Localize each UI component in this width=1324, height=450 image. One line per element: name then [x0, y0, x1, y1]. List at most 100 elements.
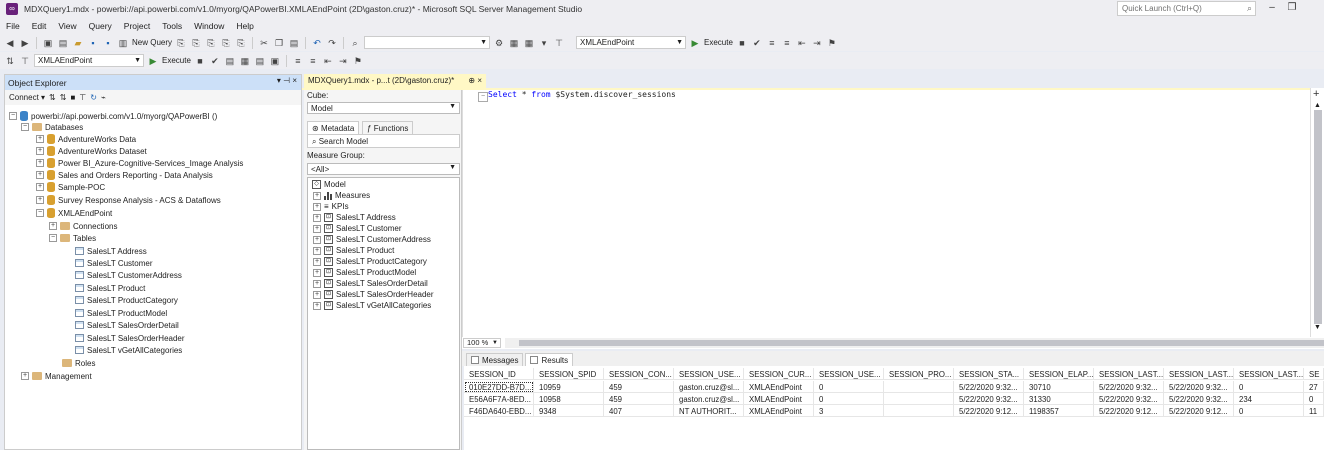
disconnect-icon[interactable]: ⇅ — [60, 93, 67, 102]
grid-cell[interactable] — [884, 393, 954, 405]
server-db-combo[interactable]: XMLAEndPoint ▼ — [576, 36, 687, 49]
close-icon[interactable]: ⊕ × — [468, 76, 482, 85]
database-node[interactable]: + Sample-POC — [36, 181, 105, 193]
scrollbar-thumb[interactable] — [519, 340, 1324, 346]
minimize-button[interactable]: – — [1262, 0, 1282, 16]
dimension-node[interactable]: + ⊡ SalesLT SalesOrderDetail — [313, 278, 428, 289]
comment-icon[interactable]: ≡ — [292, 55, 304, 67]
execute-button[interactable]: Execute — [704, 38, 733, 47]
column-header[interactable]: SESSION_USE... — [814, 368, 884, 380]
stop-icon[interactable]: ■ — [736, 37, 748, 49]
roles-node[interactable]: Roles — [62, 357, 95, 369]
expand-icon[interactable]: + — [313, 268, 321, 277]
grid-cell[interactable]: 5/22/2020 9:32... — [954, 393, 1024, 405]
execute-button[interactable]: Execute — [162, 56, 191, 65]
tab-metadata[interactable]: ⊛ Metadata — [307, 121, 360, 134]
object-browser-icon[interactable]: ▦ — [508, 37, 520, 49]
dax-query-icon[interactable]: ⎘ — [220, 37, 232, 49]
database-node[interactable]: + Survey Response Analysis - ACS & Datafl… — [36, 194, 221, 206]
forward-icon[interactable]: ▶ — [19, 37, 31, 49]
column-header[interactable]: SESSION_LAST... — [1234, 368, 1304, 380]
column-header[interactable]: SE — [1304, 368, 1324, 380]
table-node[interactable]: SalesLT Address — [75, 245, 147, 257]
increase-indent-icon[interactable]: ⇥ — [337, 55, 349, 67]
grid-cell[interactable]: 5/22/2020 9:32... — [954, 381, 1024, 393]
expand-icon[interactable]: + — [313, 235, 321, 244]
grid-cell[interactable]: gaston.cruz@sl... — [674, 393, 744, 405]
dimension-node[interactable]: + ⊡ SalesLT ProductModel — [313, 267, 416, 278]
expand-icon[interactable]: + — [313, 224, 321, 233]
execute-icon[interactable]: ▶ — [689, 37, 701, 49]
table-node[interactable]: SalesLT SalesOrderDetail — [75, 319, 179, 331]
grid-cell[interactable]: XMLAEndPoint — [744, 381, 814, 393]
activity-monitor-icon[interactable]: ⌁ — [101, 93, 106, 102]
pin-icon[interactable]: ⊕ — [468, 76, 475, 85]
table-row[interactable]: F46DA640-EBD... 9348 407 NT AUTHORIT... … — [464, 405, 1324, 417]
editor-vertical-scrollbar[interactable]: + ▲ ▼ — [1310, 88, 1324, 339]
menu-edit[interactable]: Edit — [26, 21, 53, 31]
grid-cell[interactable]: 0 — [1234, 381, 1304, 393]
execute-icon[interactable]: ▶ — [147, 55, 159, 67]
grid-cell[interactable]: 10958 — [534, 393, 604, 405]
scroll-down-icon[interactable]: ▼ — [1314, 324, 1321, 331]
grid-cell[interactable]: 9348 — [534, 405, 604, 417]
find-icon[interactable]: ⌕ — [349, 37, 361, 49]
tab-messages[interactable]: Messages — [466, 353, 524, 366]
paste-icon[interactable]: ▤ — [288, 37, 300, 49]
grid-cell[interactable]: E56A6F7A-8ED... — [464, 393, 534, 405]
dimension-node[interactable]: + ⊡ SalesLT CustomerAddress — [313, 234, 431, 245]
grid-cell[interactable]: 0 — [814, 393, 884, 405]
menu-query[interactable]: Query — [83, 21, 118, 31]
toolbar-options-icon[interactable]: ▾ — [538, 37, 550, 49]
grid-cell[interactable]: NT AUTHORIT... — [674, 405, 744, 417]
connect-object-icon[interactable]: ⇅ — [49, 93, 56, 102]
close-tab-glyph[interactable]: × — [477, 76, 482, 85]
grid-cell[interactable]: 0 — [1234, 405, 1304, 417]
model-node[interactable]: ◇ Model — [312, 179, 346, 190]
column-header[interactable]: SESSION_CON... — [604, 368, 674, 380]
measure-group-select[interactable]: <All> ▼ — [307, 163, 460, 175]
connections-node[interactable]: + Connections — [49, 220, 117, 232]
new-project-icon[interactable]: ▣ — [42, 37, 54, 49]
specify-values-icon[interactable]: ⚑ — [352, 55, 364, 67]
parse-icon[interactable]: ✔ — [751, 37, 763, 49]
expand-icon[interactable]: + — [36, 171, 44, 179]
scrollbar-thumb[interactable] — [1314, 110, 1322, 324]
grid-cell[interactable]: 5/22/2020 9:32... — [1164, 393, 1234, 405]
undo-icon[interactable]: ↶ — [311, 37, 323, 49]
grid-cell[interactable]: XMLAEndPoint — [744, 393, 814, 405]
grid-cell[interactable]: 10959 — [534, 381, 604, 393]
grid-cell[interactable]: F46DA640-EBD... — [464, 405, 534, 417]
database-engine-query-icon[interactable]: ⎘ — [235, 37, 247, 49]
dimension-node[interactable]: + ⊡ SalesLT ProductCategory — [313, 256, 427, 267]
decrease-indent-icon[interactable]: ⇤ — [322, 55, 334, 67]
dmx-query-icon[interactable]: ⎘ — [190, 37, 202, 49]
menu-window[interactable]: Window — [188, 21, 230, 31]
xmla-query-icon[interactable]: ⎘ — [205, 37, 217, 49]
grid-cell[interactable] — [884, 405, 954, 417]
expand-icon[interactable]: + — [313, 301, 321, 310]
databases-node[interactable]: − Databases — [21, 121, 83, 133]
copy-icon[interactable]: ❐ — [273, 37, 285, 49]
results-to-text-icon[interactable]: ▤ — [224, 55, 236, 67]
filter-icon[interactable]: ⊤ — [19, 55, 31, 67]
table-node[interactable]: SalesLT Product — [75, 282, 145, 294]
show-results-pane-icon[interactable]: ▣ — [269, 55, 281, 67]
solution-config-combo[interactable]: ▼ — [364, 36, 491, 49]
mdx-query-icon[interactable]: ⎘ — [175, 37, 187, 49]
column-header[interactable]: SESSION_ID — [464, 368, 534, 380]
toolbox-icon[interactable]: ▦ — [523, 37, 535, 49]
grid-cell[interactable]: 11 — [1304, 405, 1324, 417]
database-combo[interactable]: XMLAEndPoint ▼ — [34, 54, 144, 67]
parse-icon[interactable]: ✔ — [209, 55, 221, 67]
database-node[interactable]: + AdventureWorks Data — [36, 133, 136, 145]
dimension-node[interactable]: + ⊡ SalesLT vGetAllCategories — [313, 300, 431, 311]
grid-cell[interactable]: 010E27DD-B7D... — [464, 381, 534, 393]
grid-cell[interactable]: 5/22/2020 9:32... — [1094, 381, 1164, 393]
table-node[interactable]: SalesLT ProductCategory — [75, 294, 178, 306]
grid-cell[interactable]: 5/22/2020 9:32... — [1164, 381, 1234, 393]
stop-icon[interactable]: ■ — [70, 93, 75, 102]
column-header[interactable]: SESSION_CUR... — [744, 368, 814, 380]
database-node[interactable]: − XMLAEndPoint — [36, 207, 112, 219]
connect-icon[interactable]: ⇅ — [4, 55, 16, 67]
